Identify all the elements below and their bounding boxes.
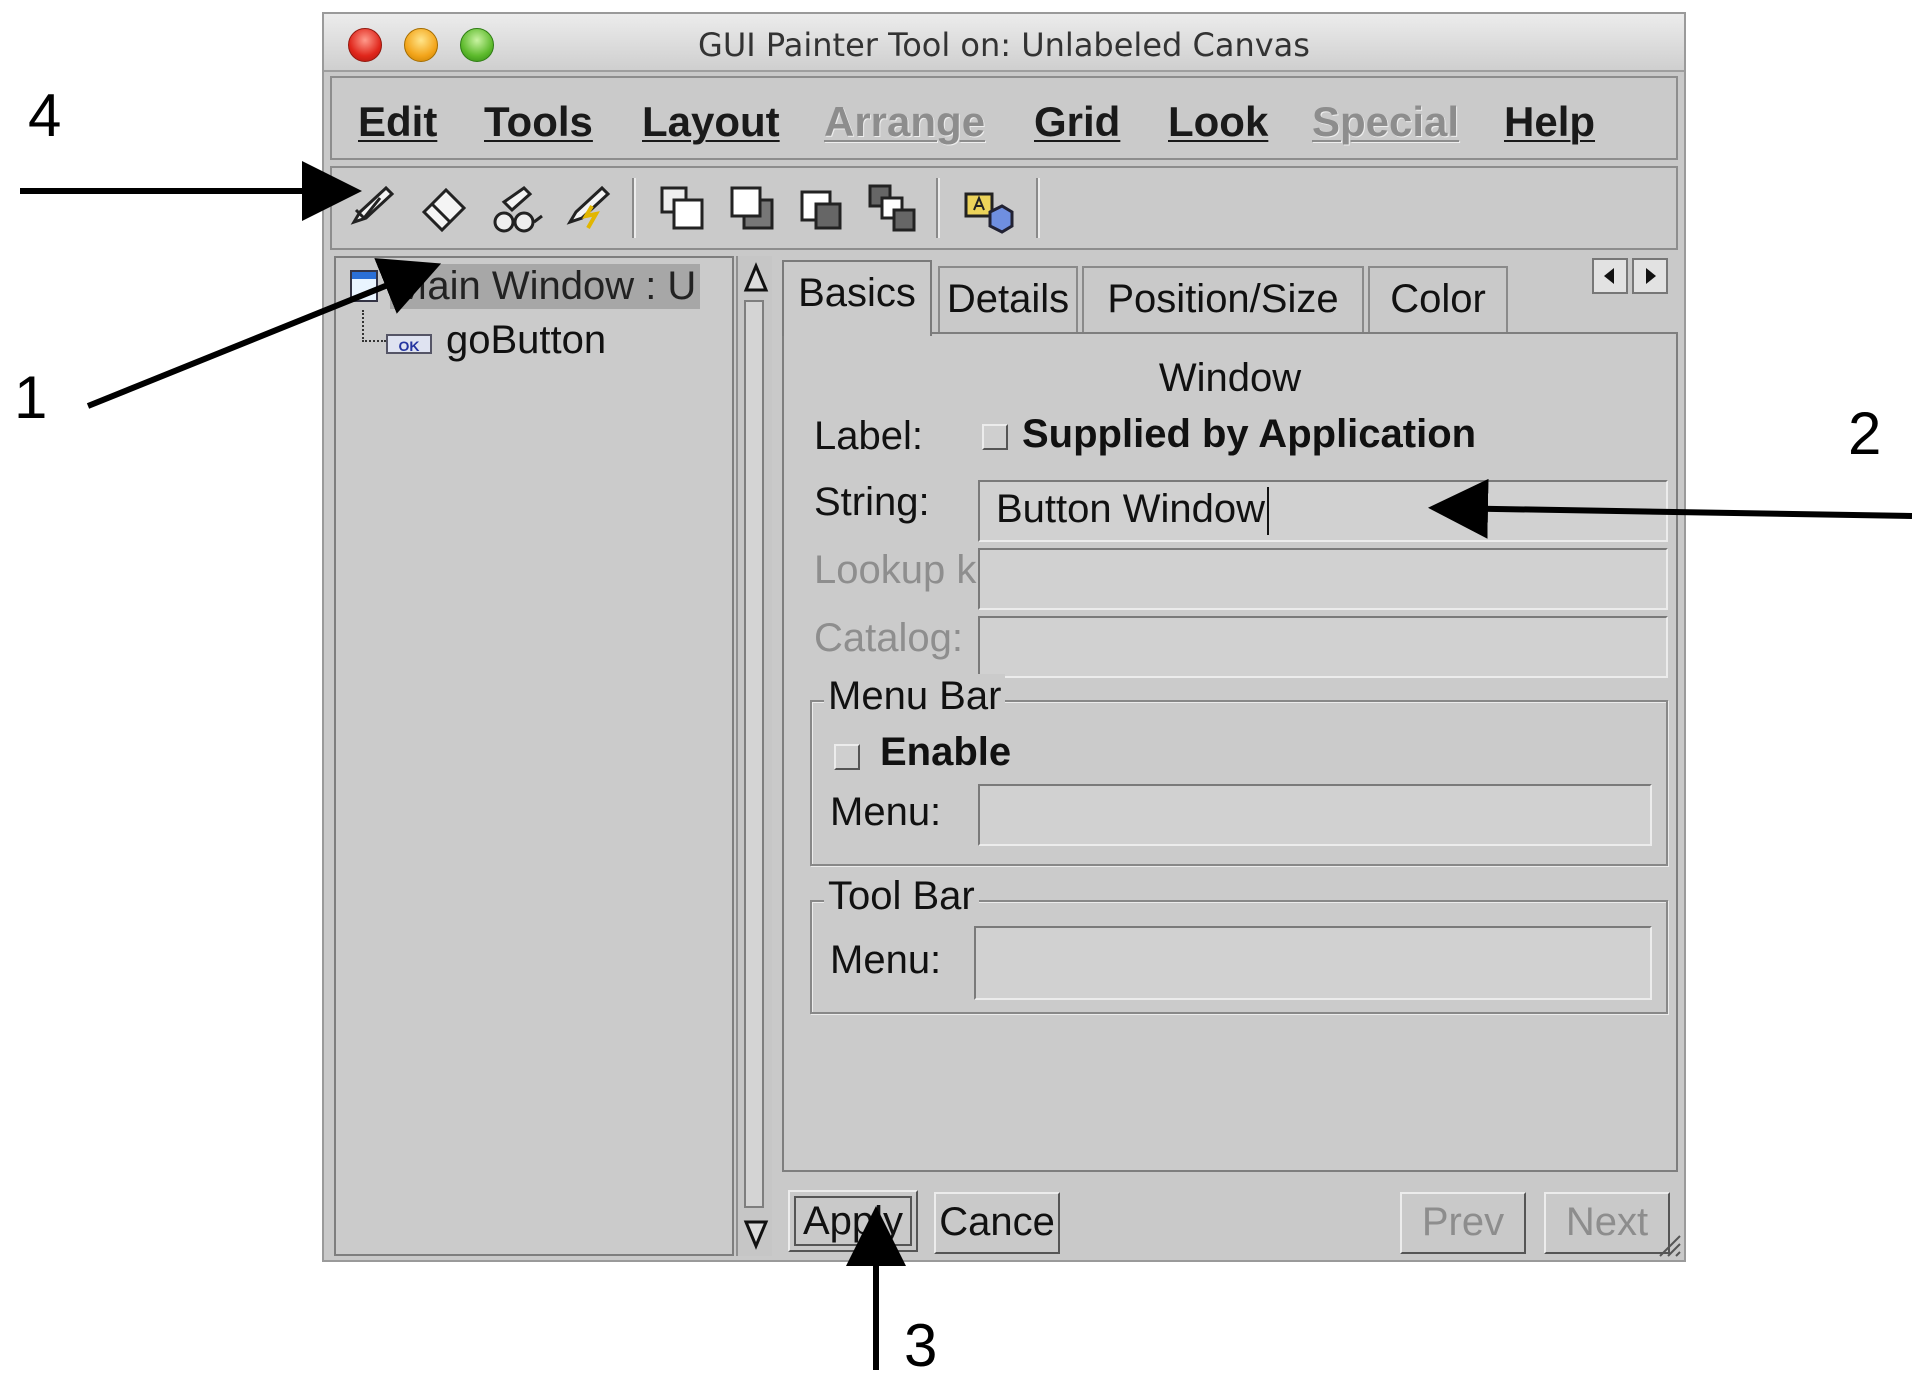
menu-arrange[interactable]: Arrange bbox=[824, 98, 985, 146]
widget-tree: Main Window : U OK goButton bbox=[334, 256, 734, 1256]
callout-1: 1 bbox=[14, 364, 48, 431]
menu-tools[interactable]: Tools bbox=[484, 98, 593, 146]
menu-edit[interactable]: Edit bbox=[358, 98, 437, 146]
lookup-key-input[interactable] bbox=[978, 548, 1668, 610]
callout-2: 2 bbox=[1848, 400, 1882, 467]
toolbar-separator bbox=[936, 178, 938, 238]
resize-grip-icon[interactable] bbox=[1652, 1228, 1682, 1258]
edit-pen-icon[interactable] bbox=[346, 182, 400, 236]
menu-special[interactable]: Special bbox=[1312, 98, 1459, 146]
property-tabs: Basics Details Position/Size Color bbox=[782, 256, 1678, 336]
callout-4: 4 bbox=[28, 82, 62, 149]
send-to-back-icon[interactable] bbox=[726, 182, 780, 236]
tree-root-label: Main Window : U bbox=[390, 264, 701, 309]
apply-button-label: Apply bbox=[794, 1196, 912, 1246]
tree-connector bbox=[362, 310, 386, 342]
basics-panel: Window Label: Supplied by Application St… bbox=[782, 332, 1678, 1172]
toolbar-separator bbox=[1036, 178, 1038, 238]
tool-bar-group-title: Tool Bar bbox=[824, 874, 979, 919]
eraser-icon[interactable] bbox=[418, 182, 472, 236]
menu-bar: Edit Tools Layout Arrange Grid Look Spec… bbox=[330, 76, 1678, 160]
text-caret bbox=[1267, 487, 1270, 536]
scroll-up-icon[interactable] bbox=[743, 262, 769, 294]
string-field-label: String: bbox=[814, 480, 930, 524]
bring-forward-icon[interactable] bbox=[796, 182, 850, 236]
button-widget-icon: OK bbox=[386, 334, 432, 354]
window-title: GUI Painter Tool on: Unlabeled Canvas bbox=[698, 26, 1310, 64]
tab-scroll-right-button[interactable] bbox=[1632, 258, 1668, 294]
toolbar-separator bbox=[632, 178, 634, 238]
menu-bar-menu-label: Menu: bbox=[830, 790, 942, 834]
cancel-button[interactable]: Cance bbox=[934, 1192, 1060, 1254]
send-backward-icon[interactable] bbox=[866, 182, 920, 236]
lightning-pen-icon[interactable] bbox=[562, 182, 616, 236]
panel-heading: Window bbox=[1158, 356, 1302, 400]
scroll-track[interactable] bbox=[744, 300, 764, 1208]
tree-scrollbar[interactable] bbox=[736, 256, 772, 1256]
menu-bar-menu-input[interactable] bbox=[978, 784, 1652, 846]
menu-help[interactable]: Help bbox=[1504, 98, 1595, 146]
bring-to-front-icon[interactable] bbox=[656, 182, 710, 236]
arrow-right-icon bbox=[1646, 268, 1656, 284]
tool-bar-menu-input[interactable] bbox=[974, 926, 1652, 1000]
catalog-input[interactable] bbox=[978, 616, 1668, 678]
apply-button[interactable]: Apply bbox=[788, 1190, 918, 1252]
supplied-by-application-checkbox[interactable] bbox=[982, 424, 1008, 450]
gui-painter-window: GUI Painter Tool on: Unlabeled Canvas Ed… bbox=[322, 12, 1686, 1262]
tab-details[interactable]: Details bbox=[938, 266, 1078, 334]
menu-layout[interactable]: Layout bbox=[642, 98, 780, 146]
prev-button[interactable]: Prev bbox=[1400, 1192, 1526, 1254]
string-input[interactable]: Button Window bbox=[978, 480, 1668, 542]
glasses-icon[interactable] bbox=[490, 182, 544, 236]
callout-3: 3 bbox=[904, 1312, 938, 1379]
label-field-label: Label: bbox=[814, 414, 923, 458]
tree-row-main-window[interactable]: Main Window : U bbox=[336, 260, 732, 310]
menu-bar-enable-checkbox[interactable] bbox=[834, 744, 860, 770]
menu-look[interactable]: Look bbox=[1168, 98, 1268, 146]
resource-install-icon[interactable] bbox=[960, 182, 1014, 236]
menu-bar-group-title: Menu Bar bbox=[824, 674, 1006, 719]
tool-bar bbox=[330, 166, 1678, 250]
scroll-down-icon[interactable] bbox=[743, 1218, 769, 1250]
menu-bar-enable-label[interactable]: Enable bbox=[880, 730, 1011, 775]
catalog-label: Catalog: bbox=[814, 616, 963, 660]
menu-bar-group: Menu Bar Enable Menu: bbox=[810, 674, 1668, 866]
supplied-by-application-label[interactable]: Supplied by Application bbox=[1022, 412, 1476, 457]
tab-color[interactable]: Color bbox=[1368, 266, 1508, 334]
tool-bar-group: Tool Bar Menu: bbox=[810, 874, 1668, 1014]
title-bar[interactable]: GUI Painter Tool on: Unlabeled Canvas bbox=[324, 14, 1684, 72]
tab-basics[interactable]: Basics bbox=[782, 260, 932, 336]
string-input-value: Button Window bbox=[996, 487, 1266, 531]
tool-bar-menu-label: Menu: bbox=[830, 938, 942, 982]
tree-child-gobutton[interactable]: goButton bbox=[446, 318, 606, 363]
arrow-left-icon bbox=[1604, 268, 1614, 284]
tab-position-size[interactable]: Position/Size bbox=[1082, 266, 1364, 334]
menu-grid[interactable]: Grid bbox=[1034, 98, 1120, 146]
window-icon bbox=[350, 270, 378, 302]
tab-scroll-left-button[interactable] bbox=[1592, 258, 1628, 294]
